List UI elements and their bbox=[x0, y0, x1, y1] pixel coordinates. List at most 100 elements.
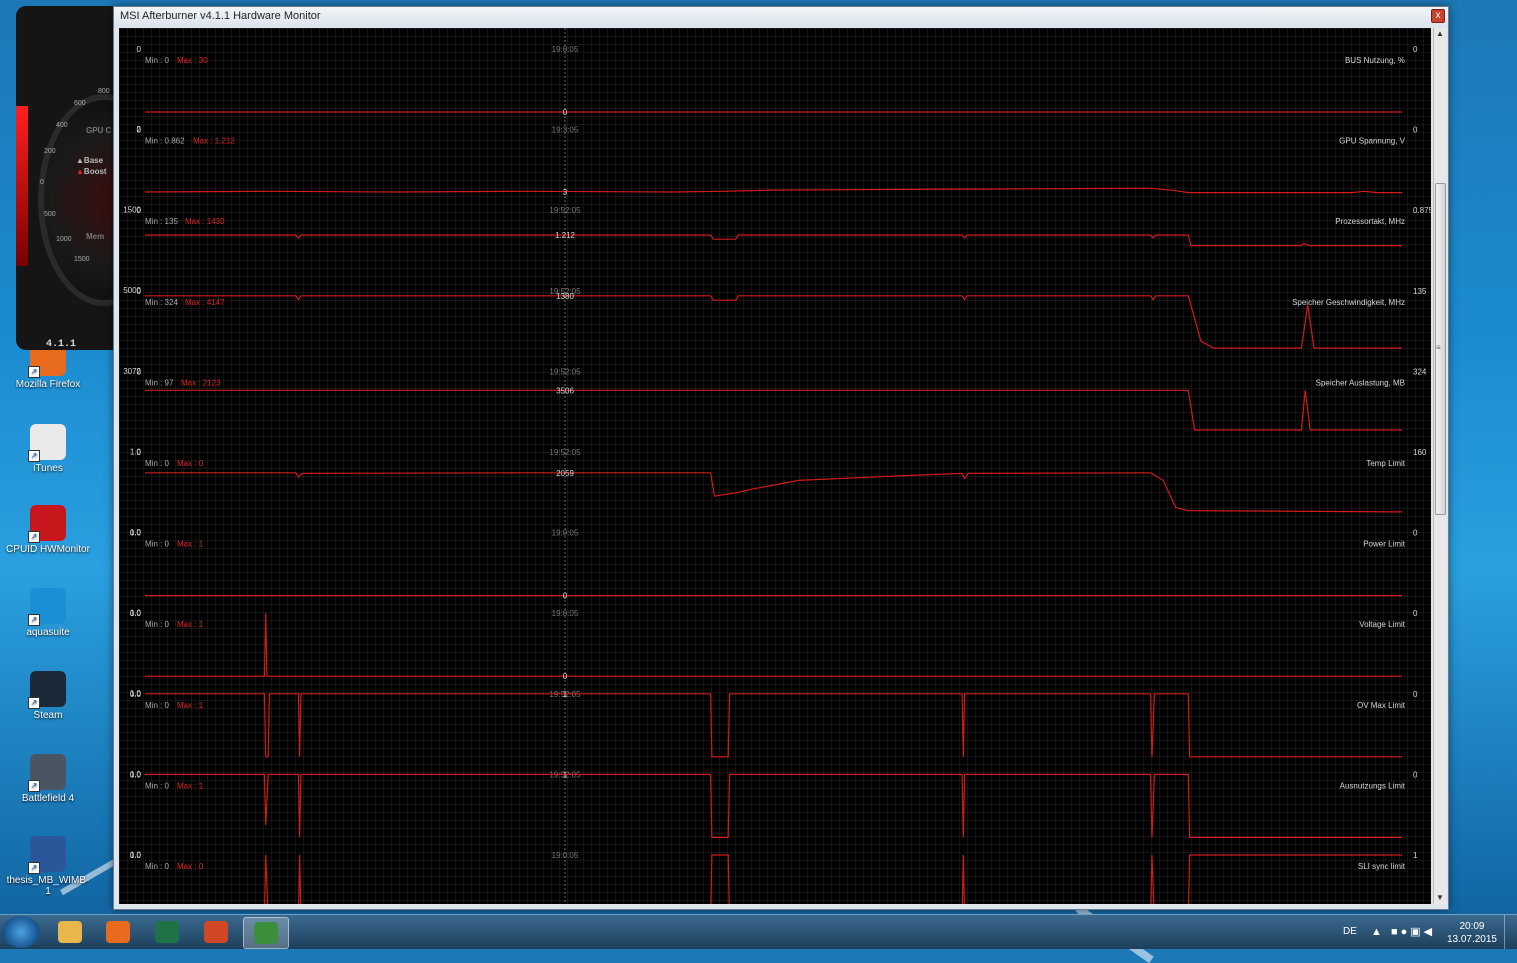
network-icon[interactable]: ▣ bbox=[1410, 926, 1423, 938]
firefox-icon bbox=[106, 921, 130, 943]
graph-max-label: Max : 1 bbox=[177, 540, 204, 549]
graph-current-value: 324 bbox=[1413, 367, 1427, 376]
skin-red-bar bbox=[16, 106, 28, 266]
graph-min-label: Min : 0 bbox=[145, 701, 170, 710]
flag-icon[interactable]: ■ bbox=[1391, 926, 1401, 938]
language-indicator[interactable]: DE bbox=[1343, 926, 1357, 937]
graph-line bbox=[144, 187, 1402, 194]
graph-mid-value: 3 bbox=[563, 188, 568, 197]
dial-tick: 800 bbox=[98, 88, 110, 95]
base-label-text: Base bbox=[83, 156, 104, 165]
shortcut-arrow-icon: ↗ bbox=[28, 780, 40, 792]
graph-max-label: Max : 1 bbox=[177, 701, 204, 710]
steam-tray-icon[interactable]: ● bbox=[1401, 926, 1411, 938]
graph-top-scale: 0 bbox=[137, 126, 142, 135]
dial-tick: 1000 bbox=[56, 236, 72, 243]
graph-time-label: 19:3:05 bbox=[552, 126, 579, 135]
hardware-monitor-window[interactable]: MSI Afterburner v4.1.1 Hardware Monitor … bbox=[113, 6, 1449, 910]
desktop-icon[interactable]: ↗ CPUID HWMonitor bbox=[4, 505, 92, 555]
explorer-icon bbox=[58, 921, 82, 943]
graph-min-label: Min : 97 bbox=[145, 378, 174, 387]
graph-min-label: Min : 324 bbox=[145, 298, 178, 307]
scroll-up-icon[interactable]: ▲ bbox=[1434, 28, 1446, 40]
graph-min-label: Min : 0 bbox=[145, 459, 170, 468]
graph-name: GPU Spannung, V bbox=[1339, 137, 1405, 146]
close-button[interactable]: x bbox=[1431, 9, 1445, 23]
graph-line bbox=[264, 854, 1402, 904]
tray-icons[interactable]: ▲ ■●▣◀ bbox=[1371, 925, 1435, 938]
shortcut-arrow-icon: ↗ bbox=[28, 450, 40, 462]
graph-time-label: 19:0:05 bbox=[552, 609, 579, 618]
excel-icon bbox=[155, 921, 179, 943]
graph-min-label: Min : 0 bbox=[145, 781, 170, 790]
desktop-icon-label: iTunes bbox=[33, 463, 63, 474]
desktop-app-icon: ↗ bbox=[28, 836, 66, 874]
desktop-icon[interactable]: ↗ thesis_MB_WIMB-1 bbox=[4, 836, 92, 897]
taskbar-app-powerpoint[interactable] bbox=[194, 917, 238, 947]
graph-time-label: 19:52:05 bbox=[549, 206, 581, 215]
shortcut-arrow-icon: ↗ bbox=[28, 366, 40, 378]
graph-min-label: Min : 135 bbox=[145, 217, 178, 226]
scroll-grip-icon: ≡ bbox=[1436, 343, 1441, 352]
scroll-down-icon[interactable]: ▼ bbox=[1434, 892, 1446, 904]
powerpoint-icon bbox=[204, 921, 228, 943]
vertical-scrollbar[interactable]: ▲ ≡ ▼ bbox=[1433, 28, 1446, 904]
desktop-icon[interactable]: ↗ aquasuite bbox=[4, 588, 92, 638]
clock[interactable]: 20:09 13.07.2015 bbox=[1447, 920, 1497, 946]
system-tray: DE ▲ ■●▣◀ 20:09 13.07.2015 bbox=[1317, 915, 1517, 949]
graph-time-label: 19:0:05 bbox=[552, 851, 579, 860]
graph-top-scale: 0 bbox=[137, 45, 142, 54]
graph-current-value: 0 bbox=[1413, 45, 1418, 54]
taskbar-app-firefox[interactable] bbox=[96, 917, 140, 947]
taskbar-app-excel[interactable] bbox=[145, 917, 189, 947]
graph-top-scale: 0 bbox=[137, 367, 142, 376]
desktop-app-icon: ↗ bbox=[28, 424, 66, 462]
graph-mid-value: 1.212 bbox=[555, 231, 576, 240]
shortcut-arrow-icon: ↗ bbox=[28, 531, 40, 543]
graph-top-scale: 0.0 bbox=[130, 851, 142, 860]
tray-arrow-icon[interactable]: ▲ bbox=[1371, 926, 1385, 938]
graph-line bbox=[145, 773, 1402, 839]
dial-tick: 500 bbox=[44, 211, 56, 218]
graph-max-label: Max : 0 bbox=[177, 862, 204, 871]
clock-time: 20:09 bbox=[1459, 921, 1485, 932]
afterburner-icon bbox=[254, 922, 278, 944]
taskbar-app-explorer[interactable] bbox=[48, 917, 92, 947]
monitor-graphs: 0Min : 0 Max : 30 BUS Nutzung, %0219:0:050… bbox=[123, 28, 1431, 904]
graph-mid-value: 1380 bbox=[556, 292, 574, 301]
desktop-icon[interactable]: ↗ iTunes bbox=[4, 424, 92, 474]
start-button[interactable] bbox=[2, 916, 40, 948]
desktop-icon[interactable]: ↗ Battlefield 4 bbox=[4, 754, 92, 804]
graph-name: Ausnutzungs Limit bbox=[1340, 781, 1406, 790]
afterburner-skin[interactable]: GPU C ▲Base ▲Boost Mem 200 400 600 800 0… bbox=[16, 6, 116, 350]
graph-max-label: Max : 4147 bbox=[185, 298, 225, 307]
taskbar-app-afterburner[interactable] bbox=[243, 917, 289, 949]
graph-top-scale: 0 bbox=[137, 206, 142, 215]
graph-line bbox=[145, 693, 1402, 758]
base-label: ▲Base bbox=[76, 156, 104, 165]
graph-name: SLI sync limit bbox=[1358, 862, 1406, 871]
graph-line bbox=[145, 472, 1403, 513]
desktop-icon-label: Steam bbox=[33, 710, 63, 721]
volume-icon[interactable]: ◀ bbox=[1424, 926, 1435, 938]
graph-mid-value: 0 bbox=[563, 672, 568, 681]
graph-min-label: Min : 0 bbox=[145, 56, 170, 65]
graph-max-label: Max : 2123 bbox=[181, 378, 221, 387]
graph-top-scale: 0.0 bbox=[130, 770, 142, 779]
mem-clock-label: Mem bbox=[86, 232, 105, 241]
desktop-icon-label: Mozilla Firefox bbox=[15, 379, 81, 390]
skin-version: 4.1.1 bbox=[45, 339, 76, 350]
graph-current-value: 0 bbox=[1413, 126, 1418, 135]
dial-tick: 200 bbox=[44, 148, 56, 155]
show-desktop-button[interactable] bbox=[1504, 915, 1517, 949]
monitor-graph-area[interactable]: 0 Min : 0 Max : 30 BUS Nutzung, % 0 2 19:0:05 0… bbox=[119, 28, 1431, 904]
desktop-app-icon: ↗ bbox=[28, 671, 66, 709]
title-bar[interactable]: MSI Afterburner v4.1.1 Hardware Monitor … bbox=[114, 7, 1448, 27]
graph-time-label: 19:0:05 bbox=[552, 45, 579, 54]
desktop-icon[interactable]: ↗ Steam bbox=[4, 671, 92, 721]
graph-mid-value: 0 bbox=[563, 592, 568, 601]
graph-current-value: 0 bbox=[1413, 770, 1418, 779]
taskbar: DE ▲ ■●▣◀ 20:09 13.07.2015 bbox=[0, 914, 1517, 949]
shortcut-arrow-icon: ↗ bbox=[28, 614, 40, 626]
graph-max-label: Max : 1.212 bbox=[193, 137, 235, 146]
